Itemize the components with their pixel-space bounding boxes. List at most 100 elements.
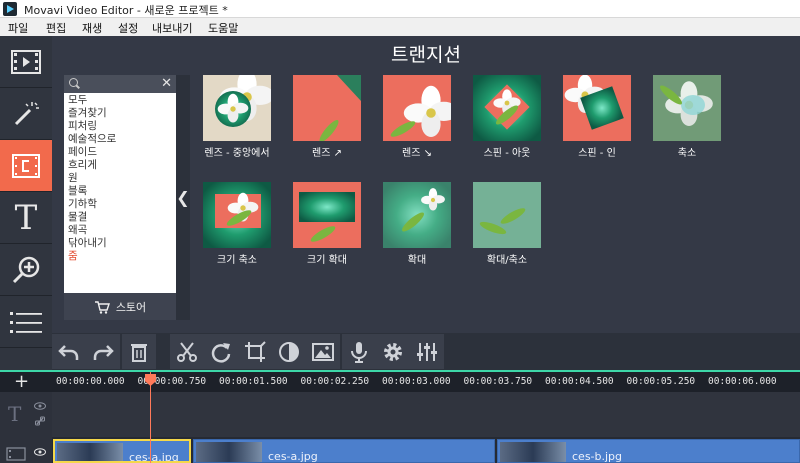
category-item[interactable]: 닦아내기 [64, 237, 176, 250]
titles-button[interactable]: T [0, 192, 52, 244]
settings-icon [384, 342, 402, 361]
cut-button[interactable] [170, 334, 204, 369]
transition-label: 스핀 - 인 [578, 148, 616, 159]
category-item[interactable]: 모두 [64, 94, 176, 107]
category-item[interactable]: 블록 [64, 185, 176, 198]
transition-thumbnail[interactable] [293, 75, 361, 141]
ruler-label: 00:00:03.000 [382, 376, 451, 387]
more-icon [10, 311, 42, 333]
transition-thumbnail[interactable] [203, 182, 271, 248]
search-icon [69, 78, 78, 87]
rotate-icon [211, 342, 231, 363]
transitions-icon [12, 153, 40, 178]
category-item[interactable]: 원 [64, 172, 176, 185]
menu-settings[interactable]: 설정 [118, 20, 138, 36]
image-button[interactable] [306, 334, 340, 369]
text-track-lane[interactable] [52, 392, 800, 437]
zoom-icon [12, 256, 40, 283]
category-item[interactable]: 줌 [64, 250, 176, 263]
window-title: Movavi Video Editor - 새로운 프로젝트 * [24, 4, 228, 17]
import-icon [11, 49, 41, 74]
video-clip[interactable]: ces-a.jpg [193, 439, 495, 463]
category-item[interactable]: 페이드 [64, 146, 176, 159]
filters-button[interactable] [0, 88, 52, 140]
panel-title: 트랜지션 [391, 44, 461, 66]
add-track-button[interactable]: + [14, 372, 29, 392]
rotate-button[interactable] [204, 334, 238, 369]
app-icon [3, 2, 17, 16]
transition-thumbnail[interactable] [293, 182, 361, 248]
collapse-panel-button[interactable]: ❮ [176, 75, 190, 320]
category-item[interactable]: 흐리게 [64, 159, 176, 172]
close-icon[interactable]: ✕ [161, 76, 172, 92]
store-button[interactable]: 스토어 [64, 293, 176, 320]
clip-thumbnail [500, 442, 566, 462]
video-clip[interactable]: ces-b.jpg [497, 439, 800, 463]
category-item[interactable]: 기하학 [64, 198, 176, 211]
category-item[interactable]: 물결 [64, 211, 176, 224]
titles-icon: T [14, 197, 38, 238]
delete-button[interactable] [122, 334, 156, 369]
transition-thumbnail[interactable] [383, 182, 451, 248]
cut-icon [177, 341, 197, 362]
menu-help[interactable]: 도움말 [208, 20, 238, 36]
clip-name: ces-a.jpg [268, 450, 318, 463]
ruler-label: 00:00:05.250 [626, 376, 696, 387]
clip-thumbnail [57, 443, 123, 461]
mic-icon [351, 341, 367, 363]
transition-label: 렌즈 ↘ [402, 148, 432, 159]
transition-thumbnail[interactable] [203, 75, 271, 141]
transition-label: 확대/축소 [486, 255, 528, 266]
undo-icon [58, 344, 79, 360]
crop-button[interactable] [238, 334, 272, 369]
equalizer-button[interactable] [410, 334, 444, 369]
transition-thumbnail[interactable] [563, 75, 631, 141]
store-label: 스토어 [115, 300, 147, 314]
link-icon[interactable] [35, 416, 45, 426]
import-button[interactable] [0, 36, 52, 88]
category-item[interactable]: 예술적으로 [64, 133, 176, 146]
timeline-ruler: + 00:00:00.000 00:00:00.750 00:00:01.500 00… [0, 370, 800, 392]
redo-icon [93, 344, 114, 360]
menu-file[interactable]: 파일 [8, 20, 28, 36]
text-track-header: T [0, 392, 52, 437]
transition-thumbnail[interactable] [473, 182, 541, 248]
transition-label: 크기 확대 [307, 255, 347, 266]
undo-button[interactable] [52, 334, 86, 369]
category-item[interactable]: 즐겨찾기 [64, 107, 176, 120]
eye-icon[interactable] [34, 402, 46, 410]
zoom-button[interactable] [0, 244, 52, 296]
equalizer-icon [417, 342, 437, 361]
settings-button[interactable] [376, 334, 410, 369]
transition-label: 축소 [677, 148, 697, 159]
category-list: ✕ 모두 즐겨찾기 피처링 예술적으로 페이드 흐리게 원 블록 기하학 물결 왜곡 닦아내기 줌 스토… [64, 75, 176, 320]
menu-bar: 파일 편집 재생 설정 내보내기 도움말 [0, 18, 800, 36]
redo-button[interactable] [86, 334, 120, 369]
magic-wand-icon [14, 101, 39, 125]
ruler-label: 00:00:06.000 [708, 376, 777, 387]
search-input[interactable]: ✕ [64, 75, 176, 93]
ruler-label: 00:00:00.000 [56, 376, 125, 387]
video-track-header [0, 437, 52, 463]
category-item[interactable]: 왜곡 [64, 224, 176, 237]
video-track: ces-a.jpg ces-a.jpg ces-b.jpg [0, 437, 800, 463]
color-icon [279, 341, 299, 362]
text-track: T [0, 392, 800, 437]
eye-icon[interactable] [34, 448, 46, 456]
transitions-button[interactable] [0, 140, 52, 192]
left-toolbar: T [0, 36, 52, 372]
delete-icon [131, 343, 147, 362]
transition-thumbnail[interactable] [473, 75, 541, 141]
color-button[interactable] [272, 334, 306, 369]
transition-thumbnail[interactable] [653, 75, 721, 141]
more-button[interactable] [0, 296, 52, 348]
menu-playback[interactable]: 재생 [82, 20, 102, 36]
category-item[interactable]: 피처링 [64, 120, 176, 133]
transition-label: 확대 [407, 255, 427, 266]
menu-export[interactable]: 내보내기 [152, 20, 192, 36]
transition-label: 렌즈 - 중앙에서 [204, 148, 270, 159]
menu-edit[interactable]: 편집 [46, 20, 66, 36]
mic-button[interactable] [342, 334, 376, 369]
video-clip[interactable]: ces-a.jpg [53, 439, 191, 463]
transition-thumbnail[interactable] [383, 75, 451, 141]
